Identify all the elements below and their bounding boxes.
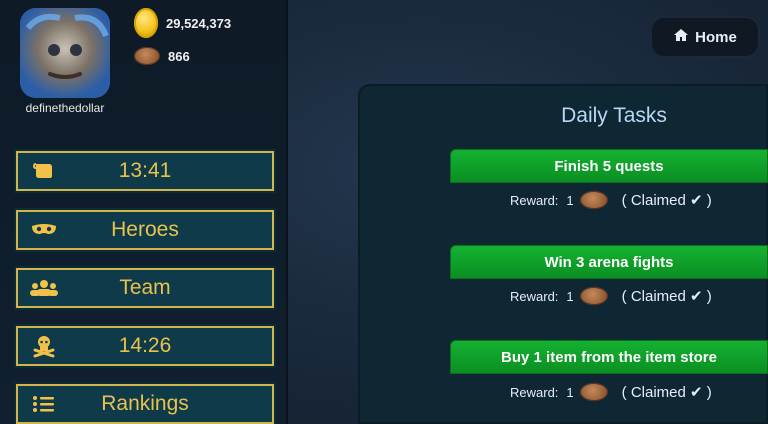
menu-item-label: Rankings xyxy=(101,392,189,415)
reward-row: Reward: 1 ( Claimed ✔ ) xyxy=(510,287,712,305)
reward-label: Reward: xyxy=(510,384,559,400)
reward-amount: 1 xyxy=(566,288,574,304)
scroll-icon xyxy=(16,151,72,191)
menu-item-rankings[interactable]: Rankings xyxy=(14,382,276,424)
menu-item-label: 13:41 xyxy=(118,159,172,182)
menu-item-label: Heroes xyxy=(111,218,179,241)
sidebar: definethedollar 29,524,373 866 13:41 Her… xyxy=(0,0,288,424)
gold-amount: 29,524,373 xyxy=(166,15,232,31)
reward-label: Reward: xyxy=(510,288,559,304)
mask-icon xyxy=(16,210,72,250)
reward-amount: 1 xyxy=(566,384,574,400)
task-label: Finish 5 quests xyxy=(554,157,664,175)
reward-row: Reward: 1 ( Claimed ✔ ) xyxy=(510,191,712,209)
gold-coin-icon xyxy=(134,8,158,38)
menu-item-label: Team xyxy=(119,276,171,299)
menu-item-label: 14:26 xyxy=(118,334,172,357)
bread-icon xyxy=(579,287,608,305)
bread-icon xyxy=(579,191,608,209)
bread-icon xyxy=(579,383,608,401)
bread-icon xyxy=(134,47,160,65)
menu-item-quest-timer[interactable]: 13:41 xyxy=(14,149,276,193)
task-label: Buy 1 item from the item store xyxy=(501,348,717,366)
menu-item-team[interactable]: Team xyxy=(14,266,276,310)
bread-currency: 866 xyxy=(134,47,190,65)
task-buy-item[interactable]: Buy 1 item from the item store xyxy=(450,340,768,374)
bread-amount: 866 xyxy=(168,48,190,64)
task-finish-quests[interactable]: Finish 5 quests xyxy=(450,149,768,183)
task-label: Win 3 arena fights xyxy=(544,253,674,271)
avatar-image xyxy=(20,8,110,98)
home-button[interactable]: Home xyxy=(650,16,760,58)
gold-currency: 29,524,373 xyxy=(134,8,231,38)
reward-label: Reward: xyxy=(510,192,559,208)
claimed-status: ( Claimed ✔ ) xyxy=(621,384,712,401)
reward-row: Reward: 1 ( Claimed ✔ ) xyxy=(510,383,712,401)
menu-item-arena-timer[interactable]: 14:26 xyxy=(14,324,276,368)
avatar[interactable] xyxy=(20,8,110,98)
task-win-arena[interactable]: Win 3 arena fights xyxy=(450,245,768,279)
reward-amount: 1 xyxy=(566,192,574,208)
home-label: Home xyxy=(695,28,737,46)
home-icon xyxy=(673,27,689,47)
menu-item-heroes[interactable]: Heroes xyxy=(14,208,276,252)
panel-title: Daily Tasks xyxy=(561,104,667,127)
username: definethedollar xyxy=(25,101,105,115)
skull-crossbones-icon xyxy=(16,326,72,366)
list-icon xyxy=(16,384,72,424)
team-icon xyxy=(16,268,72,308)
claimed-status: ( Claimed ✔ ) xyxy=(621,192,712,209)
claimed-status: ( Claimed ✔ ) xyxy=(621,288,712,305)
